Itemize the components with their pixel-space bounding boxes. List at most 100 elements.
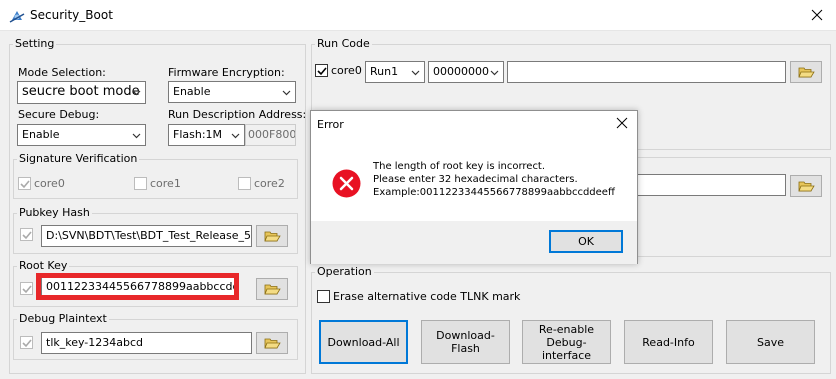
reenable-debug-label-line2: Debug-interface	[541, 335, 592, 362]
pubkey-hash-browse-button[interactable]	[256, 225, 288, 247]
error-dialog: Error The length of root key is incorrec…	[310, 110, 638, 264]
check-icon	[20, 180, 30, 189]
debug-plaintext-input[interactable]: tlk_key-1234abcd	[41, 332, 252, 354]
checkbox-box	[20, 336, 33, 349]
debug-plaintext-legend: Debug Plaintext	[19, 312, 107, 325]
error-message-line3: Example:00112233445566778899aabbccddeeff	[373, 187, 615, 198]
error-message-line2: Please enter 32 hexadecimal characters.	[373, 174, 578, 185]
checkbox-box	[18, 177, 31, 190]
run-description-dropdown[interactable]: Flash:1M	[168, 124, 245, 146]
checkbox-box	[238, 177, 251, 190]
sig-core2-label: core2	[254, 177, 285, 190]
error-message: The length of root key is incorrect. Ple…	[373, 160, 615, 199]
check-icon	[22, 231, 32, 240]
check-icon	[22, 339, 32, 348]
checkbox-box	[20, 282, 33, 295]
debug-plaintext-checkbox[interactable]	[20, 336, 36, 349]
check-icon	[22, 285, 32, 294]
run-code-browse-button[interactable]	[790, 61, 822, 83]
open-folder-icon	[264, 284, 281, 295]
pubkey-hash-checkbox[interactable]	[20, 228, 36, 241]
checkbox-box	[134, 177, 147, 190]
run-code-path-input[interactable]	[507, 61, 786, 83]
run-description-address-value: 000F8000	[248, 128, 296, 141]
download-flash-button[interactable]: Download-Flash	[421, 320, 510, 364]
sig-core1-label: core1	[150, 177, 181, 190]
error-dialog-footer: OK	[311, 221, 637, 264]
chevron-down-icon	[231, 133, 240, 139]
download-all-label: Download-All	[327, 335, 400, 349]
sig-core2-checkbox[interactable]: core2	[238, 177, 285, 190]
signature-verification-legend: Signature Verification	[19, 152, 138, 165]
checkbox-box	[20, 228, 33, 241]
setting-legend: Setting	[15, 37, 55, 50]
secondary-path-input[interactable]	[630, 174, 786, 196]
download-flash-label: Download-Flash	[436, 329, 495, 355]
erase-tlnk-checkbox[interactable]: Erase alternative code TLNK mark	[317, 290, 520, 303]
mode-selection-dropdown[interactable]: seucre boot mode	[17, 81, 146, 104]
window-title: Security_Boot	[30, 8, 113, 22]
ok-label: OK	[578, 235, 594, 248]
reenable-debug-label-line1: Re-enable	[538, 322, 595, 336]
pubkey-hash-legend: Pubkey Hash	[19, 206, 90, 219]
operation-legend: Operation	[317, 265, 372, 278]
checkbox-box	[315, 64, 328, 77]
app-icon	[9, 8, 25, 24]
secure-debug-label: Secure Debug:	[18, 108, 100, 121]
run-code-core0-checkbox[interactable]: core0	[315, 64, 362, 77]
chevron-down-icon	[282, 90, 291, 96]
save-label: Save	[756, 335, 784, 349]
error-message-line1: The length of root key is incorrect.	[373, 161, 546, 172]
chevron-down-icon	[411, 70, 420, 76]
root-key-highlight-box	[36, 273, 239, 300]
firmware-encryption-value: Enable	[173, 85, 211, 98]
ok-button[interactable]: OK	[549, 230, 623, 253]
open-folder-icon	[798, 181, 815, 192]
root-key-checkbox[interactable]	[20, 282, 36, 295]
read-info-label: Read-Info	[642, 335, 695, 349]
debug-plaintext-browse-button[interactable]	[256, 332, 288, 354]
pubkey-hash-path-value: D:\SVN\BDT\Test\BDT_Test_Release_5.7.4	[46, 229, 252, 242]
title-bar: Security_Boot	[0, 0, 836, 31]
mode-selection-value: seucre boot mode	[22, 84, 140, 99]
run-code-address-dropdown[interactable]: 00000000	[428, 61, 504, 83]
run-description-value: Flash:1M	[173, 128, 223, 141]
firmware-encryption-dropdown[interactable]: Enable	[168, 81, 296, 103]
chevron-down-icon	[132, 133, 141, 139]
window-close-icon[interactable]	[808, 6, 826, 24]
secure-debug-value: Enable	[22, 128, 60, 141]
pubkey-hash-path-input[interactable]: D:\SVN\BDT\Test\BDT_Test_Release_5.7.4	[41, 225, 252, 247]
error-icon	[332, 169, 361, 201]
error-dialog-body: The length of root key is incorrect. Ple…	[311, 138, 637, 221]
checkbox-box	[317, 290, 330, 303]
run-description-label: Run Description Address:	[168, 108, 307, 121]
open-folder-icon	[264, 338, 281, 349]
sig-core1-checkbox[interactable]: core1	[134, 177, 181, 190]
mode-selection-label: Mode Selection:	[18, 66, 106, 79]
firmware-encryption-label: Firmware Encryption:	[168, 66, 285, 79]
reenable-debug-button[interactable]: Re-enable Debug-interface	[522, 320, 611, 364]
run-code-core0-label: core0	[331, 64, 362, 77]
check-icon	[317, 67, 327, 76]
run-code-run-value: Run1	[370, 65, 399, 78]
dialog-close-icon[interactable]	[615, 116, 629, 133]
secondary-browse-button[interactable]	[790, 175, 822, 197]
save-button[interactable]: Save	[726, 320, 815, 364]
run-description-address-field: 000F8000	[245, 124, 296, 146]
run-code-legend: Run Code	[317, 37, 370, 50]
run-code-address-value: 00000000	[433, 65, 489, 78]
sig-core0-checkbox[interactable]: core0	[18, 177, 65, 190]
download-all-button[interactable]: Download-All	[319, 320, 408, 364]
signature-verification-group: Signature Verification	[13, 153, 298, 199]
sig-core0-label: core0	[34, 177, 65, 190]
chevron-down-icon	[490, 70, 499, 76]
chevron-down-icon	[132, 90, 141, 96]
debug-plaintext-value: tlk_key-1234abcd	[46, 336, 144, 349]
read-info-button[interactable]: Read-Info	[624, 320, 713, 364]
secure-debug-dropdown[interactable]: Enable	[17, 124, 146, 146]
error-dialog-title: Error	[317, 118, 344, 131]
open-folder-icon	[264, 231, 281, 242]
open-folder-icon	[798, 67, 815, 78]
run-code-run-dropdown[interactable]: Run1	[365, 61, 425, 83]
root-key-browse-button[interactable]	[256, 278, 288, 300]
